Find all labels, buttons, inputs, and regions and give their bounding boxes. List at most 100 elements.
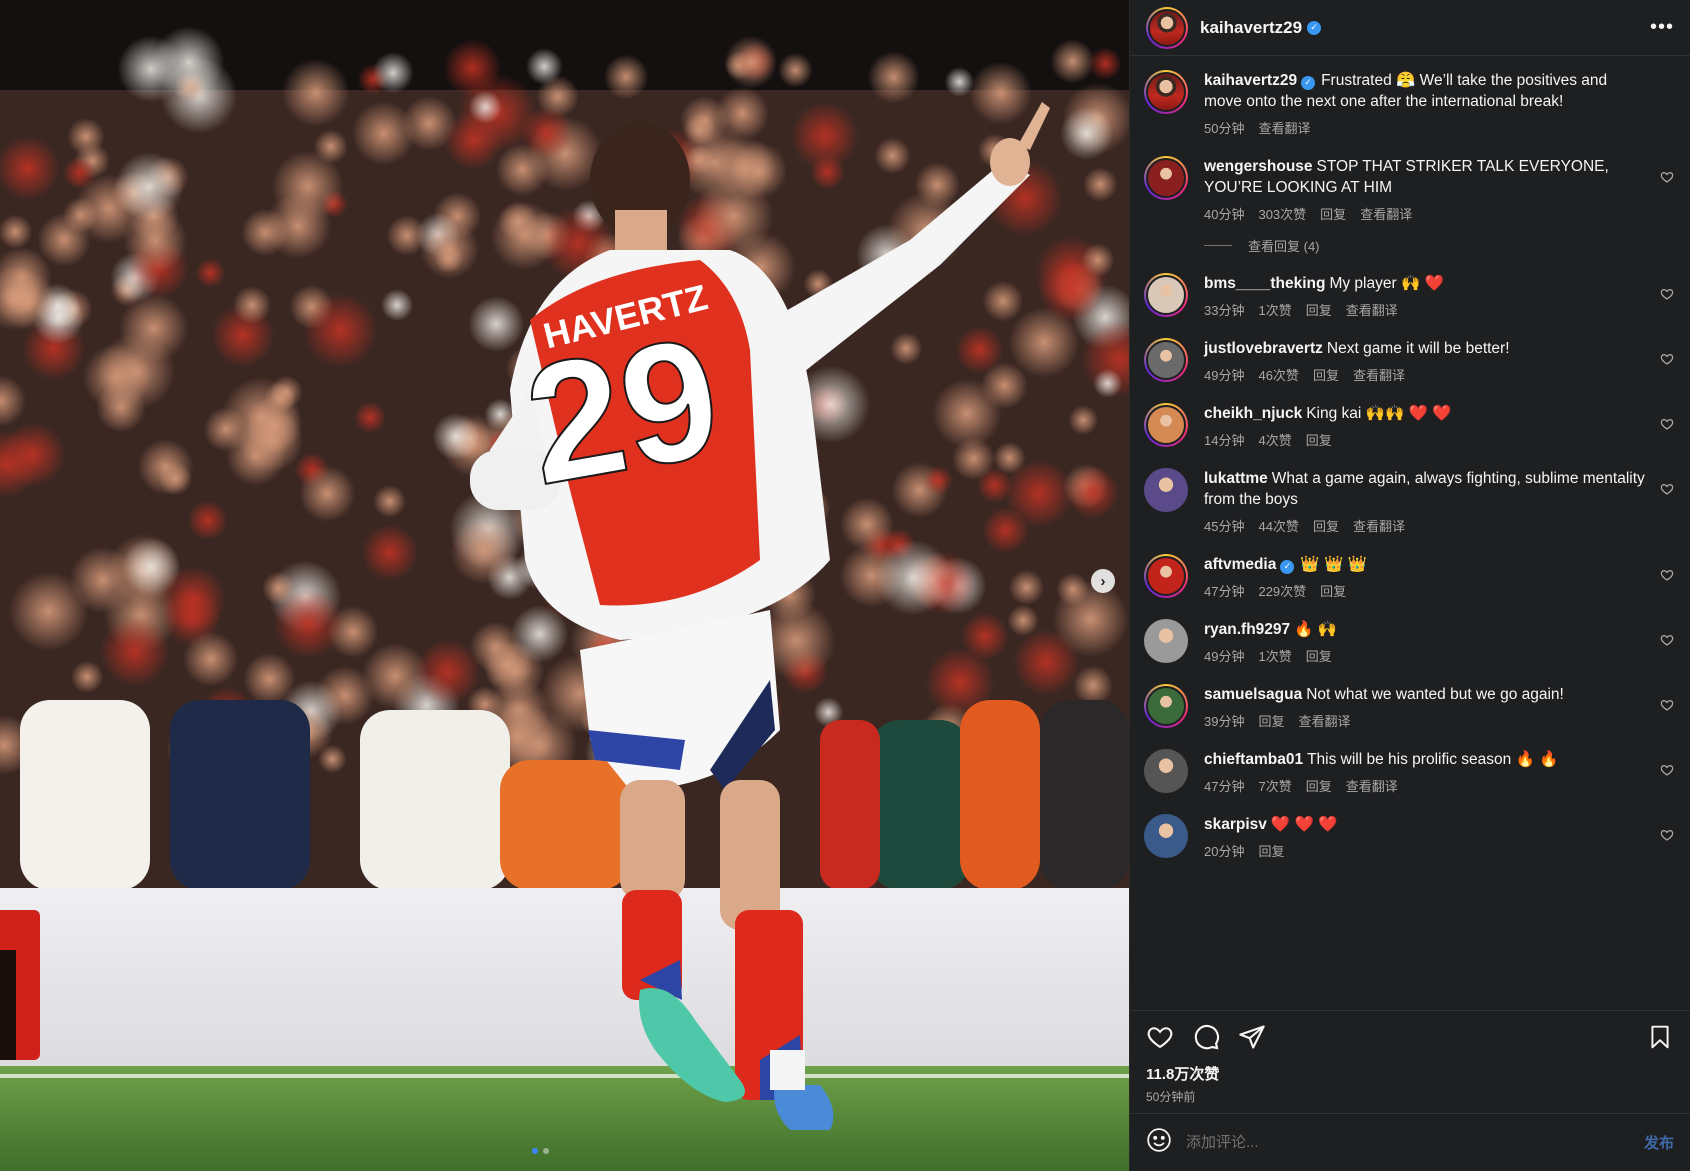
comment-item: lukattme What a game again, always fighti… — [1144, 468, 1674, 535]
commenter-avatar[interactable] — [1144, 403, 1188, 447]
reply-link[interactable]: 回复 — [1313, 516, 1339, 535]
emoji-icon[interactable] — [1146, 1127, 1172, 1158]
comment-icon[interactable] — [1192, 1023, 1220, 1051]
post-comment-button[interactable]: 发布 — [1644, 1132, 1674, 1153]
comments-list[interactable]: kaihavertz29 ✓ Frustrated 😤 We’ll take the… — [1130, 56, 1690, 1010]
view-replies[interactable]: 查看回复 (4) — [1204, 236, 1674, 255]
comment-time: 49分钟 — [1204, 368, 1245, 383]
reply-link[interactable]: 回复 — [1306, 430, 1332, 449]
commenter-username[interactable]: bms____theking — [1204, 275, 1325, 292]
comment-likes[interactable]: 46次赞 — [1258, 365, 1298, 384]
commenter-avatar[interactable] — [1144, 338, 1188, 382]
post-actions: 11.8万次赞 50分钟前 — [1130, 1010, 1690, 1113]
commenter-avatar[interactable] — [1144, 684, 1188, 728]
comment-item: samuelsagua Not what we wanted but we go … — [1144, 684, 1674, 730]
commenter-avatar[interactable] — [1144, 156, 1188, 200]
comment-like-icon[interactable] — [1660, 352, 1674, 366]
comment-item: aftvmedia ✓ 👑 👑 👑 47分钟 229次赞 回复 — [1144, 554, 1674, 600]
comment-time: 45分钟 — [1204, 519, 1245, 534]
commenter-avatar[interactable] — [1144, 554, 1188, 598]
comment-item: justlovebravertz Next game it will be bet… — [1144, 338, 1674, 384]
author-avatar[interactable] — [1144, 70, 1188, 114]
likes-count[interactable]: 11.8万次赞 — [1146, 1063, 1674, 1084]
comment-like-icon[interactable] — [1660, 482, 1674, 496]
commenter-username[interactable]: ryan.fh9297 — [1204, 621, 1290, 638]
translate-link[interactable]: 查看翻译 — [1346, 300, 1398, 319]
reply-link[interactable]: 回复 — [1306, 646, 1332, 665]
comment-likes[interactable]: 303次赞 — [1258, 204, 1306, 223]
comment-likes[interactable]: 1次赞 — [1258, 300, 1291, 319]
comment-time: 33分钟 — [1204, 303, 1245, 318]
translate-link[interactable]: 查看翻译 — [1353, 365, 1405, 384]
translate-link[interactable]: 查看翻译 — [1360, 204, 1412, 223]
comment-time: 40分钟 — [1204, 207, 1245, 222]
comment-time: 47分钟 — [1204, 584, 1245, 599]
send-icon[interactable] — [1238, 1023, 1266, 1051]
heart-icon[interactable] — [1146, 1023, 1174, 1051]
comment-composer: 发布 — [1130, 1113, 1690, 1171]
translate-link[interactable]: 查看翻译 — [1298, 711, 1350, 730]
comment-like-icon[interactable] — [1660, 763, 1674, 777]
comment-likes[interactable]: 1次赞 — [1258, 646, 1291, 665]
comment-likes[interactable]: 7次赞 — [1258, 776, 1291, 795]
comment-item: cheikh_njuck King kai 🙌🙌 ❤️ ❤️ 14分钟 4次赞 回复 — [1144, 403, 1674, 449]
commenter-avatar[interactable] — [1144, 273, 1188, 317]
translate-link[interactable]: 查看翻译 — [1346, 776, 1398, 795]
comment-likes[interactable]: 4次赞 — [1258, 430, 1291, 449]
comment-input[interactable] — [1186, 1134, 1644, 1151]
comment-like-icon[interactable] — [1660, 568, 1674, 582]
translate-link[interactable]: 查看翻译 — [1353, 516, 1405, 535]
carousel-dot — [543, 1148, 549, 1154]
bookmark-icon[interactable] — [1646, 1023, 1674, 1051]
comment-like-icon[interactable] — [1660, 287, 1674, 301]
commenter-avatar[interactable] — [1144, 814, 1188, 858]
comment-like-icon[interactable] — [1660, 170, 1674, 184]
player-figure: HAVERTZ 29 — [470, 102, 1050, 1130]
commenter-username[interactable]: wengershouse — [1204, 158, 1313, 175]
carousel-dot — [532, 1148, 538, 1154]
reply-link[interactable]: 回复 — [1306, 776, 1332, 795]
reply-link[interactable]: 回复 — [1320, 581, 1346, 600]
commenter-username[interactable]: aftvmedia — [1204, 556, 1276, 573]
caption: kaihavertz29 ✓ Frustrated 😤 We’ll take the… — [1144, 70, 1674, 137]
commenter-avatar[interactable] — [1144, 619, 1188, 663]
board-logo — [0, 910, 40, 1060]
comment-text: 👑 👑 👑 — [1300, 556, 1367, 573]
reply-link[interactable]: 回复 — [1313, 365, 1339, 384]
comment-time: 14分钟 — [1204, 433, 1245, 448]
comment-text: Next game it will be better! — [1326, 340, 1510, 357]
commenter-username[interactable]: skarpisv — [1204, 816, 1267, 833]
commenter-username[interactable]: cheikh_njuck — [1204, 405, 1302, 422]
commenter-avatar[interactable] — [1144, 749, 1188, 793]
post-media[interactable]: HAVERTZ 29 › — [0, 0, 1129, 1171]
verified-icon: ✓ — [1307, 20, 1322, 35]
reply-link[interactable]: 回复 — [1258, 841, 1284, 860]
reply-link[interactable]: 回复 — [1320, 204, 1346, 223]
commenter-avatar[interactable] — [1144, 468, 1188, 512]
comment-item: chieftamba01 This will be his prolific se… — [1144, 749, 1674, 795]
comment-time: 39分钟 — [1204, 714, 1245, 729]
comment-like-icon[interactable] — [1660, 633, 1674, 647]
next-slide-button[interactable]: › — [1091, 569, 1115, 593]
more-icon[interactable]: ••• — [1650, 16, 1674, 39]
verified-icon: ✓ — [1301, 75, 1316, 90]
comment-text: Not what we wanted but we go again! — [1306, 686, 1564, 703]
reply-link[interactable]: 回复 — [1258, 711, 1284, 730]
caption-username[interactable]: kaihavertz29 — [1204, 72, 1297, 89]
comment-text: ❤️ ❤️ ❤️ — [1270, 816, 1338, 833]
commenter-username[interactable]: lukattme — [1204, 470, 1268, 487]
author-avatar[interactable] — [1146, 6, 1188, 49]
comment-likes[interactable]: 229次赞 — [1258, 581, 1306, 600]
comment-like-icon[interactable] — [1660, 828, 1674, 842]
comment-like-icon[interactable] — [1660, 417, 1674, 431]
translate-link[interactable]: 查看翻译 — [1258, 118, 1310, 137]
comment-item: ryan.fh9297 🔥 🙌 49分钟 1次赞 回复 — [1144, 619, 1674, 665]
comment-like-icon[interactable] — [1660, 698, 1674, 712]
author-username[interactable]: kaihavertz29 ✓ — [1200, 18, 1322, 38]
commenter-username[interactable]: samuelsagua — [1204, 686, 1302, 703]
comment-likes[interactable]: 44次赞 — [1258, 516, 1298, 535]
reply-link[interactable]: 回复 — [1306, 300, 1332, 319]
commenter-username[interactable]: justlovebravertz — [1204, 340, 1323, 357]
commenter-username[interactable]: chieftamba01 — [1204, 751, 1303, 768]
post-side-panel: kaihavertz29 ✓ ••• kaihavertz29 ✓ Frustrat… — [1129, 0, 1690, 1171]
